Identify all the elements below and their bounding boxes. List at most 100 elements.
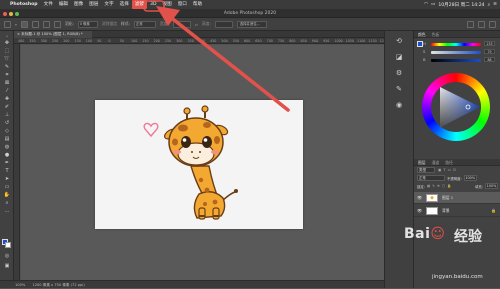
share-icon[interactable] [489,20,496,28]
ruler-tick-label: 50 [119,39,124,43]
more-tools-icon[interactable]: … [3,208,11,214]
frame-tool-icon[interactable]: ⊠ [3,80,11,86]
layer-row-background[interactable]: 👁 背景 🔒 [414,205,500,217]
color-triangle[interactable] [422,73,490,141]
antialias-checkbox[interactable]: 消除锯齿 [102,21,117,27]
search-icon[interactable]: ⌕ [488,2,491,8]
marquee-tool-icon[interactable] [4,20,11,28]
hand-tool-icon[interactable]: ✋ [3,192,11,198]
layer-name[interactable]: 背景 [442,205,450,217]
marquee-tool-icon[interactable]: ⬚ [3,48,11,54]
eraser-tool-icon[interactable]: ◇ [3,128,11,134]
add-selection-icon[interactable] [31,20,39,28]
zoom-tool-icon[interactable]: ⌕ [3,200,11,206]
zoom-level[interactable]: 100% [15,283,25,287]
tab-paths[interactable]: 路径 [445,159,453,165]
subtract-selection-icon[interactable] [42,20,50,28]
collapse-tools-icon[interactable]: » [3,33,11,39]
blur-tool-icon[interactable]: ◍ [3,144,11,150]
wifi-icon[interactable]: ◠ [424,2,428,7]
feather-input[interactable]: 0 像素 [77,20,98,28]
layers-panel: 图层 通道 路径 类型 ▣T▭⊡ 正常 不透明度: 100% 锁定: ▦✎⊕▢🔒… [414,159,500,217]
menu-file[interactable]: 文件 [41,0,56,9]
path-select-tool-icon[interactable]: ➤ [3,176,11,182]
chevron-down-icon[interactable]: ▾ [15,22,17,27]
menu-type[interactable]: 文字 [101,0,116,9]
opacity-input[interactable]: 100% [463,175,477,181]
filter-icons[interactable]: ▣T▭⊡ [438,168,458,172]
battery-icon[interactable]: ▭ [431,2,435,7]
saturation-slider[interactable] [431,51,481,54]
properties-icon[interactable]: ◪ [394,53,404,62]
healing-brush-tool-icon[interactable]: ✚ [3,96,11,102]
color-wheel[interactable] [422,73,490,141]
close-window-icon[interactable] [3,11,7,16]
history-icon[interactable]: ⟲ [394,37,404,46]
lock-row: 锁定: ▦✎⊕▢🔒 填充: 100% [414,182,500,190]
type-tool-icon[interactable]: T [3,168,11,174]
tab-swatches[interactable]: 色板 [432,31,440,37]
hue-slider[interactable] [431,43,481,46]
brightness-slider[interactable] [431,59,481,62]
menu-app-name[interactable]: Photoshop [7,0,41,9]
tab-layers[interactable]: 图层 [418,159,426,165]
document-tab[interactable]: × 未标题-1 @ 100% (图层 1, RGB/8) * [14,31,92,38]
ruler-tick-label: 400 [18,39,25,43]
right-panels: 颜色 色板 H 233 S 79 B 88 图层 通道 路径 类型 ▣T▭⊡ 正… [414,31,500,288]
menu-edit[interactable]: 编辑 [56,0,71,9]
menubar-clock[interactable]: 10月28日 周二 14:24 [438,2,484,8]
fill-input[interactable]: 100% [485,183,498,189]
menu-select[interactable]: 选择 [117,0,132,9]
layer-name[interactable]: 图层 1 [442,192,453,204]
menu-image[interactable]: 图像 [71,0,86,9]
layer-row-selected[interactable]: 👁 ◆ 图层 1 [414,192,500,204]
search-icon[interactable] [467,20,474,28]
pen-tool-icon[interactable]: ✒ [3,160,11,166]
adjustments-icon[interactable]: ⚙ [394,69,404,78]
close-tab-icon[interactable]: × [17,32,20,36]
move-tool-icon[interactable]: ✥ [3,40,11,46]
blend-mode-select[interactable]: 正常 [417,175,445,181]
quick-select-tool-icon[interactable]: ✎ [3,64,11,70]
minimize-window-icon[interactable] [9,11,13,16]
screen-mode-icon[interactable]: ▣ [3,263,11,269]
style-label: 样式: [120,21,130,26]
tab-channels[interactable]: 通道 [432,159,440,165]
crop-tool-icon[interactable]: ⌗ [3,72,11,78]
hue-value[interactable]: 233 [484,41,495,46]
document-info[interactable]: 1200 像素 x 750 像素 (72 ppi) [32,283,84,287]
vertical-ruler[interactable] [14,44,20,280]
color-wheel-icon[interactable]: ◉ [394,101,404,110]
brightness-value[interactable]: 88 [484,57,495,62]
lasso-tool-icon[interactable]: ➰ [3,56,11,62]
color-panel-header: 颜色 色板 [414,31,500,38]
visibility-eye-icon[interactable]: 👁 [417,192,422,204]
intersect-selection-icon[interactable] [53,20,61,28]
workspace-icon[interactable] [478,20,485,28]
brush-tool-icon[interactable]: ✐ [3,104,11,110]
menu-list-icon[interactable]: ≡ [493,2,497,7]
menu-layer[interactable]: 图层 [86,0,101,9]
new-selection-icon[interactable] [20,20,28,28]
ruler-tick-label: 950 [323,39,330,43]
layer-filter-select[interactable]: 类型 [417,167,435,173]
opacity-label: 不透明度: [447,176,462,181]
ruler-tick-label: 1000 [334,39,343,43]
zoom-window-icon[interactable] [15,11,19,16]
saturation-label: S [423,49,426,54]
ruler-tick-label: 50 [97,39,102,43]
history-brush-tool-icon[interactable]: ↺ [3,120,11,126]
dodge-tool-icon[interactable]: ● [3,152,11,158]
background-color-swatch[interactable] [5,242,11,248]
gradient-tool-icon[interactable]: ▤ [3,136,11,142]
visibility-eye-icon[interactable]: 👁 [417,205,422,217]
eyedropper-tool-icon[interactable]: ⁄ [3,88,11,94]
clone-stamp-tool-icon[interactable]: ⊥ [3,112,11,118]
brushes-icon[interactable]: ✎ [394,85,404,94]
ruler-tick-label: 300 [40,39,47,43]
rectangle-tool-icon[interactable]: ▭ [3,184,11,190]
quick-mask-icon[interactable]: ◎ [3,253,11,259]
tab-color[interactable]: 颜色 [418,31,426,37]
saturation-value[interactable]: 79 [484,49,495,54]
lock-icons[interactable]: ▦✎⊕▢🔒 [427,184,453,188]
